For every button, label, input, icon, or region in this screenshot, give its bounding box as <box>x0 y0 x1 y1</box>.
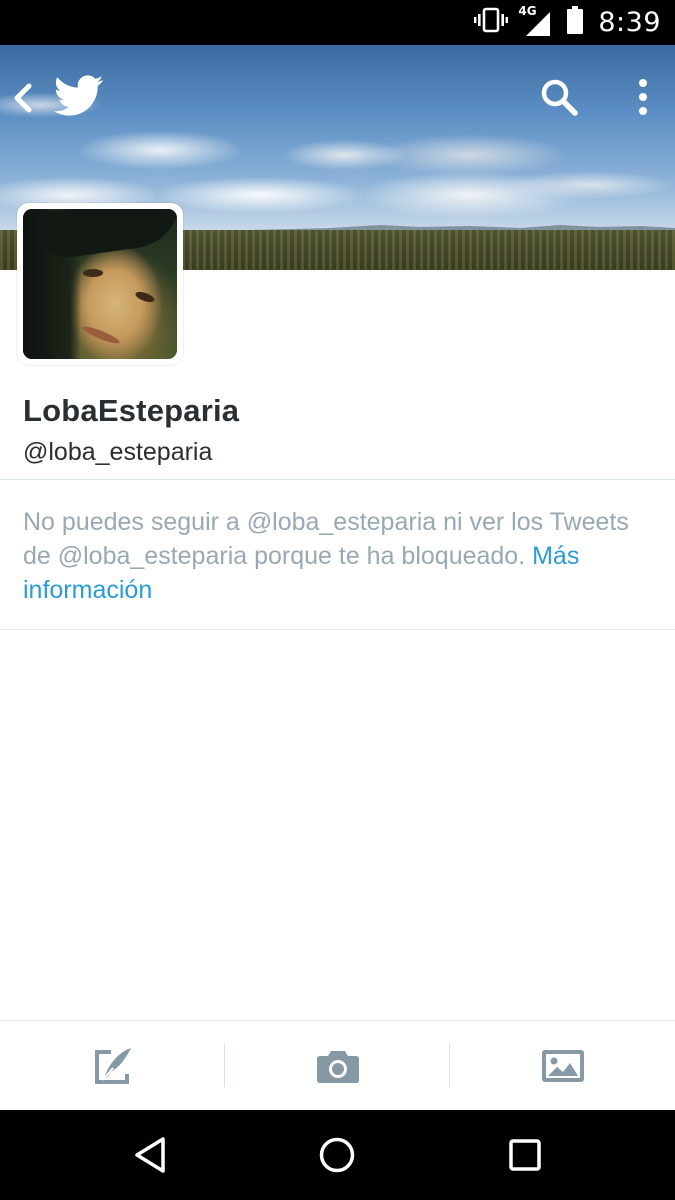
avatar[interactable] <box>17 203 183 365</box>
nav-recents-icon <box>509 1139 541 1171</box>
status-icons: 4G 8:39 <box>474 0 661 45</box>
compose-tweet-button[interactable] <box>0 1021 225 1111</box>
avatar-image <box>23 209 177 359</box>
compose-tweet-icon <box>94 1048 131 1084</box>
profile-display-name: LobaEsteparia <box>23 393 240 428</box>
search-icon <box>541 79 578 116</box>
gallery-icon <box>541 1050 584 1082</box>
signal-icon: 4G <box>518 4 552 38</box>
clock: 8:39 <box>598 7 661 38</box>
system-nav-bar <box>0 1110 675 1200</box>
twitter-bird-icon <box>54 74 104 118</box>
compose-bar <box>0 1020 675 1110</box>
back-button[interactable] <box>8 78 38 118</box>
divider <box>0 629 675 630</box>
nav-back-icon <box>135 1137 165 1173</box>
camera-icon <box>316 1051 359 1083</box>
battery-icon <box>566 6 584 39</box>
blocked-notice: No puedes seguir a @loba_esteparia ni ve… <box>23 505 658 607</box>
vibrate-icon <box>474 7 509 38</box>
more-options-button[interactable] <box>628 74 658 120</box>
back-icon <box>14 83 32 113</box>
nav-back-button[interactable] <box>90 1110 210 1200</box>
camera-button[interactable] <box>225 1021 450 1111</box>
nav-home-button[interactable] <box>277 1110 397 1200</box>
gallery-button[interactable] <box>450 1021 675 1111</box>
divider <box>0 479 675 480</box>
nav-recents-button[interactable] <box>465 1110 585 1200</box>
more-vert-icon <box>639 79 647 115</box>
status-bar: 4G 8:39 <box>0 0 675 45</box>
profile-handle: @loba_esteparia <box>23 438 213 466</box>
search-button[interactable] <box>536 74 582 120</box>
nav-home-icon <box>319 1137 355 1173</box>
